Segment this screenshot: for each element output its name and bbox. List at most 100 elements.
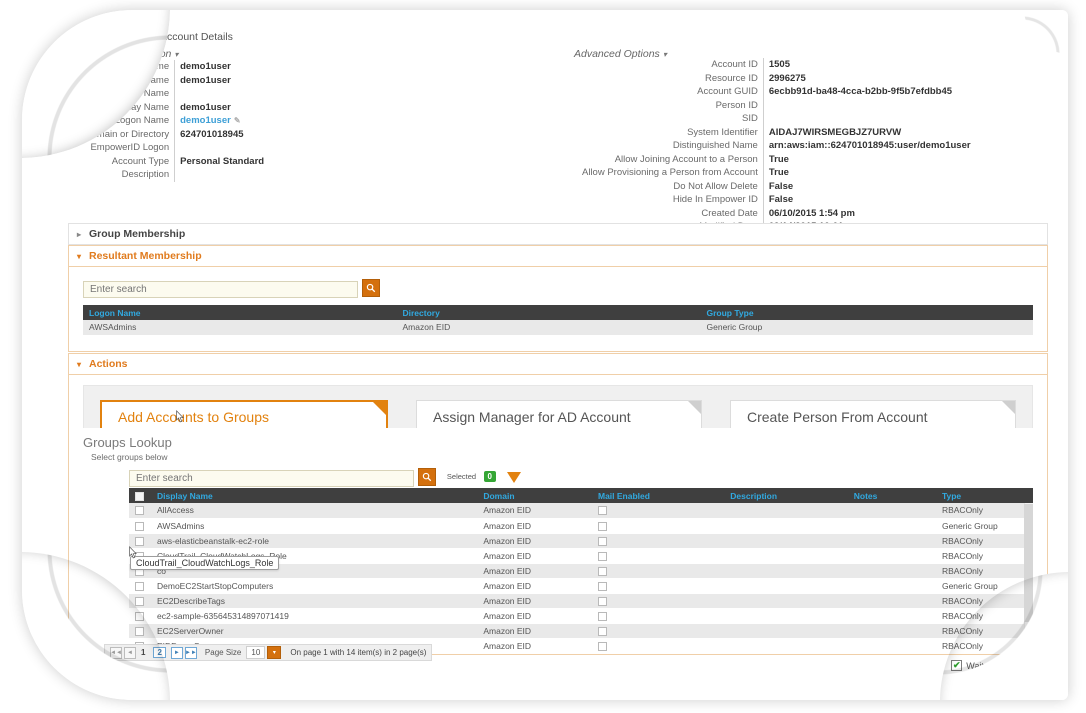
next-page-button[interactable]: ► bbox=[170, 646, 183, 659]
row-select-cell[interactable] bbox=[129, 518, 151, 534]
cell-type: RBACOnly bbox=[935, 638, 1033, 654]
cell-type: RBACOnly bbox=[935, 563, 1033, 579]
cell-mail-enabled[interactable] bbox=[592, 638, 725, 654]
row-select-checkbox[interactable] bbox=[135, 521, 144, 531]
select-all-header[interactable] bbox=[129, 488, 151, 503]
field-label: Allow Joining Account to a Person bbox=[582, 152, 764, 166]
field-value[interactable]: demo1user ✎ bbox=[175, 114, 264, 128]
last-page-button[interactable]: ►► bbox=[184, 646, 197, 659]
column-header[interactable]: Type bbox=[935, 488, 1033, 503]
column-header[interactable]: Mail Enabled bbox=[592, 488, 725, 503]
row-select-checkbox[interactable] bbox=[135, 611, 144, 621]
mail-enabled-checkbox[interactable] bbox=[598, 611, 607, 621]
filter-triangle-icon[interactable] bbox=[507, 472, 522, 483]
cell-description bbox=[724, 518, 848, 534]
groups-lookup-table-wrap: Display Name Domain Mail Enabled Descriptio… bbox=[69, 488, 1047, 654]
column-header[interactable]: Description bbox=[724, 488, 848, 503]
first-page-button[interactable]: ◄◄ bbox=[110, 646, 122, 659]
cell-mail-enabled[interactable] bbox=[592, 623, 725, 639]
row-select-checkbox[interactable] bbox=[135, 596, 144, 606]
column-header[interactable]: Directory bbox=[396, 305, 701, 320]
table-row[interactable]: AWSAdmins Amazon EID Generic Group bbox=[129, 518, 1033, 534]
row-select-checkbox[interactable] bbox=[135, 506, 144, 516]
mail-enabled-checkbox[interactable] bbox=[598, 566, 607, 576]
column-header[interactable]: Logon Name bbox=[83, 305, 397, 320]
search-icon[interactable] bbox=[418, 468, 437, 486]
field-value: False bbox=[768, 180, 794, 192]
mail-enabled-checkbox[interactable] bbox=[598, 596, 607, 606]
cell-mail-enabled[interactable] bbox=[592, 608, 725, 624]
field-value: 2996275 bbox=[768, 72, 806, 84]
page-number-link-2[interactable]: 2 bbox=[153, 647, 166, 658]
cell-mail-enabled[interactable] bbox=[592, 563, 725, 579]
wait-to-see-results-checkbox[interactable]: ✔ bbox=[951, 660, 963, 671]
column-header[interactable]: Group Type bbox=[700, 305, 1033, 320]
column-header[interactable]: Notes bbox=[847, 488, 936, 503]
page-size-value[interactable]: 10 bbox=[246, 646, 266, 659]
table-row[interactable]: AllAccess Amazon EID RBACOnly bbox=[129, 503, 1033, 519]
cell-mail-enabled[interactable] bbox=[592, 593, 725, 609]
row-select-checkbox[interactable] bbox=[135, 581, 144, 591]
table-row[interactable]: aws-elasticbeanstalk-ec2-role Amazon EID R… bbox=[129, 533, 1033, 549]
corner-fold-icon bbox=[373, 402, 386, 415]
cell-domain: Amazon EID bbox=[477, 533, 592, 549]
page-frame: Accounts > Account Details Account Informa… bbox=[22, 10, 1068, 700]
row-select-checkbox[interactable] bbox=[135, 626, 144, 636]
mail-enabled-checkbox[interactable] bbox=[598, 626, 607, 636]
mouse-cursor-pointer bbox=[176, 409, 184, 423]
mail-enabled-checkbox[interactable] bbox=[598, 521, 607, 531]
field-label: Description bbox=[82, 168, 176, 182]
field-row: Resource ID 2996275 bbox=[582, 71, 971, 85]
edit-pencil-icon[interactable]: ✎ bbox=[234, 116, 241, 125]
mail-enabled-checkbox[interactable] bbox=[598, 641, 607, 651]
prev-page-button[interactable]: ◄ bbox=[124, 646, 136, 659]
breadcrumb-parent-link[interactable]: Accounts bbox=[100, 31, 148, 43]
table-row[interactable]: EC2DescribeTags Amazon EID RBACOnly bbox=[129, 593, 1033, 609]
field-label: System Identifier bbox=[582, 125, 764, 139]
row-select-cell[interactable] bbox=[129, 608, 151, 624]
chevron-down-icon[interactable]: ▾ bbox=[267, 646, 282, 659]
cell-notes bbox=[847, 578, 936, 594]
select-all-checkbox[interactable] bbox=[135, 491, 144, 501]
search-icon[interactable] bbox=[362, 279, 381, 297]
mail-enabled-checkbox[interactable] bbox=[598, 551, 607, 561]
table-row[interactable]: ec2-sample-635645314897071419 Amazon EID R… bbox=[129, 608, 1033, 624]
group-membership-header[interactable]: ▸ Group Membership bbox=[68, 223, 1048, 245]
cell-description bbox=[724, 638, 848, 654]
cell-mail-enabled[interactable] bbox=[592, 518, 725, 534]
cell-mail-enabled[interactable] bbox=[592, 548, 725, 564]
mail-enabled-checkbox[interactable] bbox=[598, 506, 607, 516]
submit-button[interactable]: Submit bbox=[972, 675, 1040, 695]
wait-to-see-results-row[interactable]: ✔ Wait to see results bbox=[951, 660, 1040, 671]
actions-header[interactable]: ▾ Actions bbox=[68, 353, 1048, 375]
field-row: Person ID bbox=[582, 98, 971, 112]
cell-mail-enabled[interactable] bbox=[592, 578, 725, 594]
groups-lookup-section: Groups Lookup Select groups below Select… bbox=[68, 428, 1048, 655]
column-header[interactable]: Display Name bbox=[151, 488, 478, 503]
field-value: 624701018945 bbox=[180, 128, 244, 140]
cell-display-name: AWSAdmins bbox=[151, 518, 478, 534]
row-select-cell[interactable] bbox=[129, 593, 151, 609]
table-row[interactable]: EC2ServerOwner Amazon EID RBACOnly bbox=[129, 623, 1033, 639]
field-label: User Principal Name bbox=[82, 87, 176, 101]
mail-enabled-checkbox[interactable] bbox=[598, 581, 607, 591]
field-value bbox=[175, 141, 264, 155]
resultant-membership-header[interactable]: ▾ Resultant Membership bbox=[68, 245, 1048, 267]
table-row[interactable]: DemoEC2StartStopComputers Amazon EID Gener… bbox=[129, 578, 1033, 594]
cell-mail-enabled[interactable] bbox=[592, 503, 725, 519]
row-select-cell[interactable] bbox=[129, 578, 151, 594]
cell-mail-enabled[interactable] bbox=[592, 533, 725, 549]
account-information-label: Account Information bbox=[78, 48, 172, 60]
mail-enabled-checkbox[interactable] bbox=[598, 536, 607, 546]
column-header[interactable]: Domain bbox=[477, 488, 592, 503]
groups-lookup-search-input[interactable] bbox=[129, 470, 414, 487]
row-select-cell[interactable] bbox=[129, 503, 151, 519]
field-value bbox=[763, 112, 970, 126]
table-scrollbar-thumb[interactable] bbox=[1024, 504, 1033, 622]
row-select-cell[interactable] bbox=[129, 623, 151, 639]
cell-description bbox=[724, 578, 848, 594]
cell-domain: Amazon EID bbox=[477, 638, 592, 654]
resultant-search-input[interactable] bbox=[83, 281, 358, 298]
account-information-toggle[interactable]: Account Information ▾ bbox=[78, 48, 178, 60]
table-row[interactable]: AWSAdmins Amazon EID Generic Group bbox=[83, 320, 1033, 336]
